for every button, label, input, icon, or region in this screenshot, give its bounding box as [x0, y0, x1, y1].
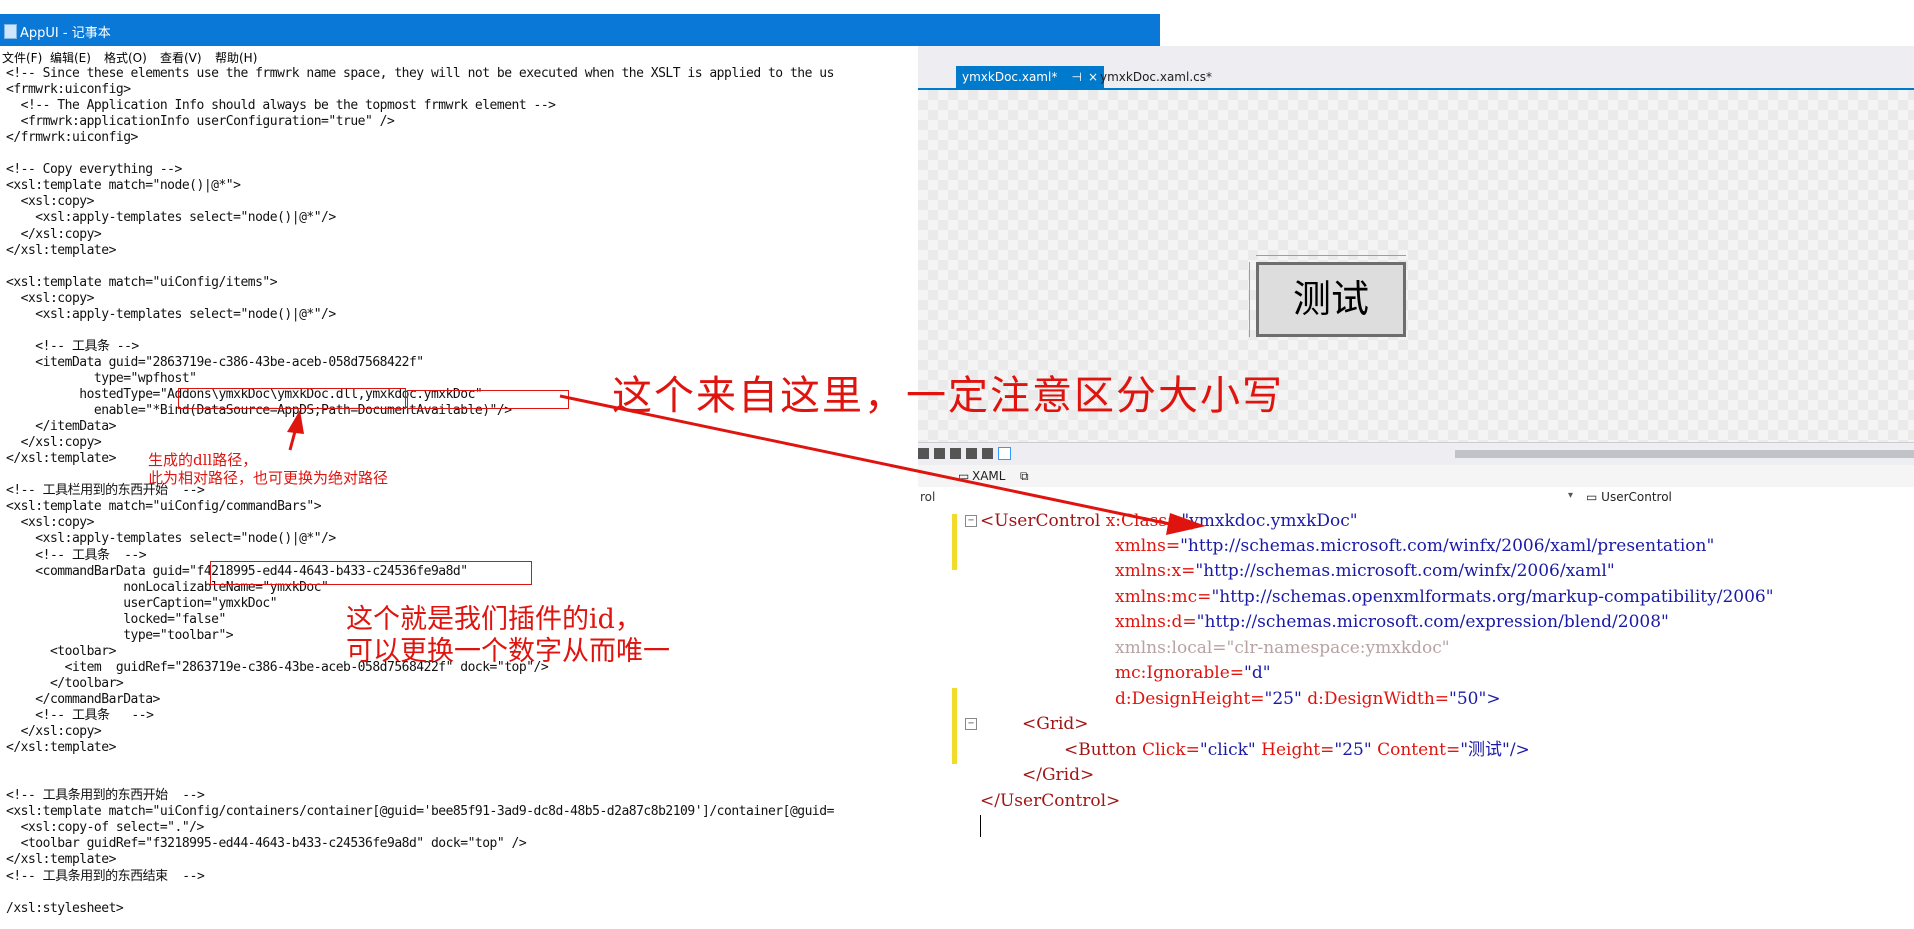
- annotation-dll-path-2: 此为相对路径，也可更换为绝对路径: [148, 469, 389, 487]
- annotation-case-sensitive: 这个来自这里，一定注意区分大小写: [612, 373, 1284, 419]
- arrow-head: [1166, 513, 1206, 535]
- annotation-arrows: [287, 394, 1206, 535]
- arrow-head: [287, 410, 304, 434]
- annotation-plugin-id-2: 可以更换一个数字从而唯一: [346, 636, 670, 667]
